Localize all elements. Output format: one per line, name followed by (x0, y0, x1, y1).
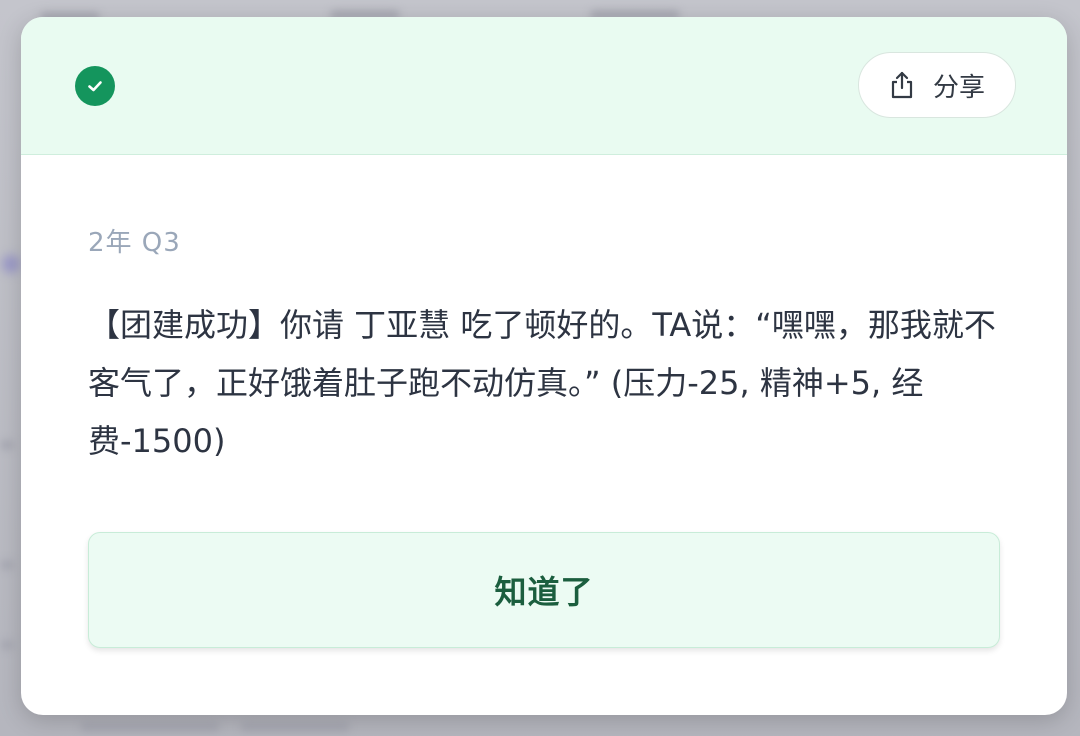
dialog-header: 分享 (21, 17, 1067, 155)
share-upload-icon (889, 70, 915, 100)
event-message: 【团建成功】你请 丁亚慧 吃了顿好的。TA说：“嘿嘿，那我就不客气了，正好饿着肚… (88, 306, 996, 460)
share-button[interactable]: 分享 (858, 52, 1016, 118)
share-button-label: 分享 (932, 72, 985, 103)
event-result-dialog: 分享 2年 Q3 【团建成功】你请 丁亚慧 吃了顿好的。TA说：“嘿嘿，那我就不… (21, 17, 1067, 715)
acknowledge-button-label: 知道了 (494, 573, 594, 611)
check-circle-icon (75, 66, 115, 106)
game-date-label: 2年 Q3 (88, 228, 181, 258)
acknowledge-button[interactable]: 知道了 (88, 532, 1000, 648)
